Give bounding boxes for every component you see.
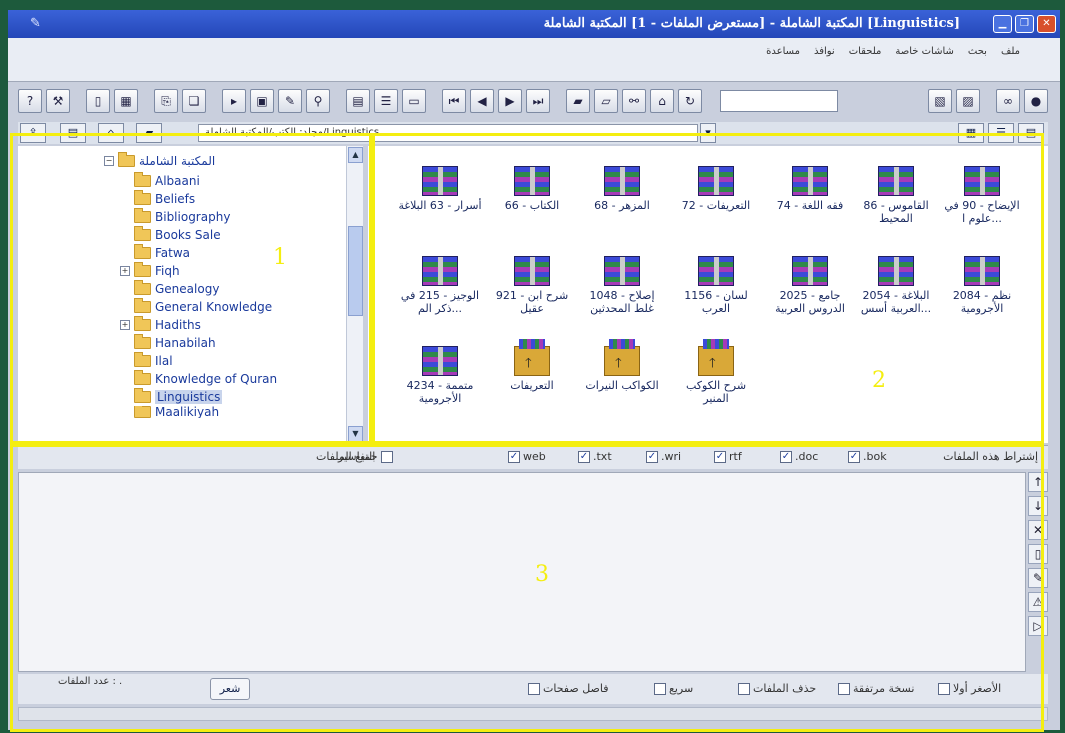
- copy-icon[interactable]: ⎘: [154, 89, 178, 113]
- region-number-3: 3: [535, 562, 549, 587]
- close-button[interactable]: ✕: [1037, 15, 1056, 33]
- menu-file[interactable]: ملف: [1001, 46, 1020, 57]
- paste-icon[interactable]: ❏: [182, 89, 206, 113]
- highlight-region-1: [10, 133, 372, 444]
- first-icon[interactable]: ⏮: [442, 89, 466, 113]
- region-number-1: 1: [273, 245, 287, 270]
- window-icon[interactable]: ▭: [402, 89, 426, 113]
- next-icon[interactable]: ▶: [498, 89, 522, 113]
- list-icon[interactable]: ☰: [374, 89, 398, 113]
- menu-help[interactable]: مساعدة: [766, 46, 800, 57]
- folder-open-icon[interactable]: ▱: [594, 89, 618, 113]
- menu-special-screens[interactable]: شاشات خاصة: [895, 46, 954, 57]
- link-icon[interactable]: ∞: [996, 89, 1020, 113]
- binoculars-icon[interactable]: ⚯: [622, 89, 646, 113]
- archive-icon[interactable]: ▣: [250, 89, 274, 113]
- open-book-icon[interactable]: ▸: [222, 89, 246, 113]
- properties-icon[interactable]: ▤: [346, 89, 370, 113]
- highlight-region-2: [372, 133, 1044, 444]
- window-title: [Linguistics] المكتبة الشاملة - [مستعرض …: [543, 16, 960, 31]
- refresh-icon[interactable]: ↻: [678, 89, 702, 113]
- pencil-icon[interactable]: ✎: [278, 89, 302, 113]
- title-bar: ✎ [Linguistics] المكتبة الشاملة - [مستعر…: [8, 10, 1060, 38]
- page-icon[interactable]: ▧: [928, 89, 952, 113]
- toolbar: ? ⚒ ▯ ▦ ⎘ ❏ ▸ ▣ ✎ ⚲ ▤ ☰ ▭ ⏮ ◀ ▶ ⏭ ▰ ▱ ⚯ …: [18, 86, 1048, 116]
- minimize-button[interactable]: ▁: [993, 15, 1012, 33]
- maximize-button[interactable]: ❐: [1015, 15, 1034, 33]
- previous-icon[interactable]: ◀: [470, 89, 494, 113]
- search-input[interactable]: [720, 90, 838, 112]
- menu-search[interactable]: بحث: [968, 46, 987, 57]
- folder-blue-icon[interactable]: ▰: [566, 89, 590, 113]
- menu-windows[interactable]: نوافذ: [814, 46, 835, 57]
- calendar-icon[interactable]: ▦: [114, 89, 138, 113]
- app-icon: ✎: [30, 16, 41, 31]
- help-icon[interactable]: ?: [18, 89, 42, 113]
- last-icon[interactable]: ⏭: [526, 89, 550, 113]
- region-number-2: 2: [872, 368, 886, 393]
- menu-bar: ملف بحث شاشات خاصة ملحقات نوافذ مساعدة: [8, 38, 1060, 82]
- tools-icon[interactable]: ⚒: [46, 89, 70, 113]
- scroll-icon[interactable]: ▨: [956, 89, 980, 113]
- menu-extras[interactable]: ملحقات: [849, 46, 882, 57]
- stop-icon[interactable]: ●: [1024, 89, 1048, 113]
- new-page-icon[interactable]: ▯: [86, 89, 110, 113]
- home-icon[interactable]: ⌂: [650, 89, 674, 113]
- highlight-region-3: [10, 444, 1044, 732]
- cursor-tool-icon[interactable]: ⚲: [306, 89, 330, 113]
